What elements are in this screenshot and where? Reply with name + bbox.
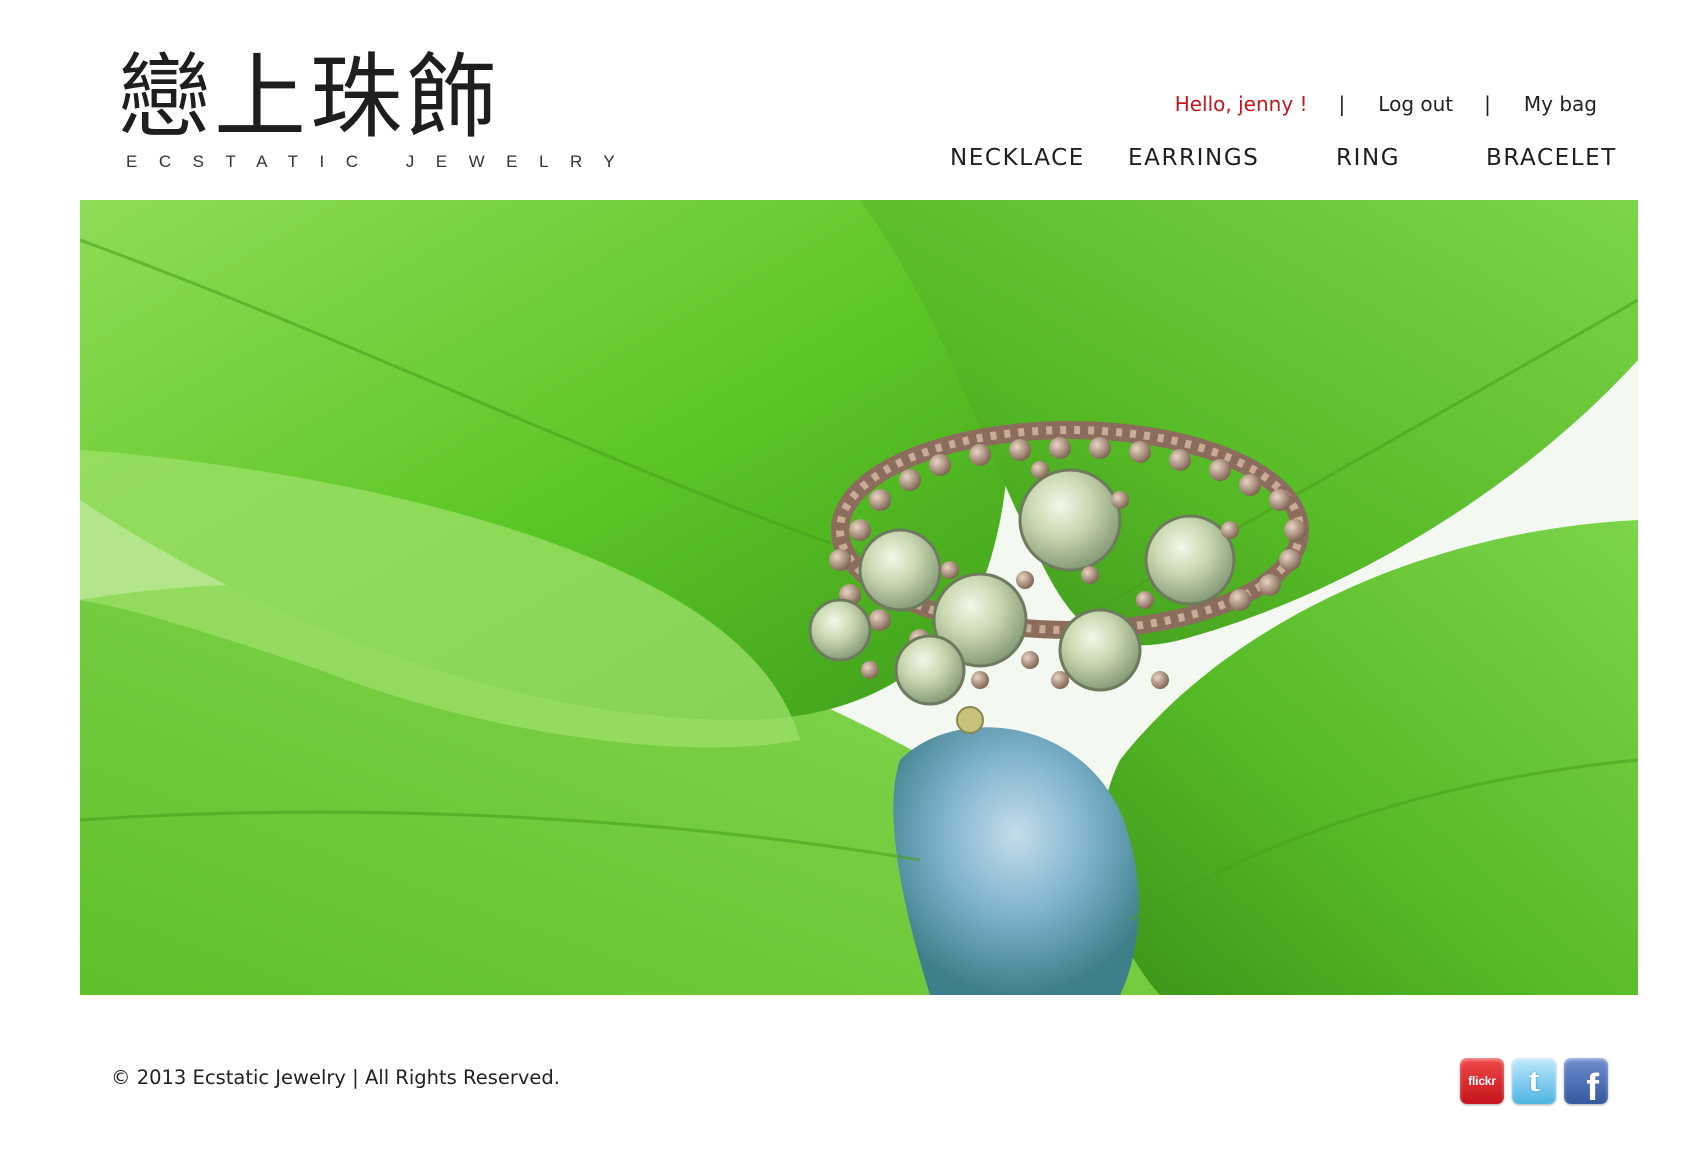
- user-greeting: Hello, jenny !: [1174, 92, 1308, 116]
- twitter-glyph: t: [1528, 1062, 1540, 1099]
- page: 戀上珠飾 ECSTATIC JEWELRY Hello, jenny ! | L…: [0, 0, 1702, 1162]
- nav-item-bracelet[interactable]: BRACELET: [1486, 145, 1617, 171]
- site-logo[interactable]: 戀上珠飾 ECSTATIC JEWELRY: [118, 44, 615, 173]
- nav-item-ring[interactable]: RING: [1336, 145, 1400, 171]
- user-bar: Hello, jenny ! | Log out | My bag: [1175, 90, 1597, 118]
- nav-item-earrings[interactable]: EARRINGS: [1128, 145, 1259, 171]
- nav-item-necklace[interactable]: NECKLACE: [950, 145, 1085, 171]
- separator: |: [1484, 92, 1491, 116]
- copyright-text: © 2013 Ecstatic Jewelry | All Rights Res…: [111, 1066, 560, 1089]
- hero-image: [80, 200, 1638, 995]
- twitter-icon[interactable]: t: [1512, 1058, 1556, 1104]
- flickr-label: flickr: [1468, 1074, 1496, 1088]
- logo-english-text: ECSTATIC JEWELRY: [126, 152, 637, 171]
- facebook-glyph: f: [1586, 1067, 1599, 1104]
- logo-chinese-text: 戀上珠飾: [118, 44, 503, 151]
- hero-illustration: [80, 200, 1638, 995]
- my-bag-link[interactable]: My bag: [1524, 92, 1597, 116]
- social-links: flickr t f: [1460, 1058, 1608, 1104]
- separator: |: [1338, 92, 1346, 116]
- main-nav: NECKLACE EARRINGS RING BRACELET: [920, 145, 1615, 179]
- facebook-icon[interactable]: f: [1564, 1058, 1608, 1104]
- flickr-icon[interactable]: flickr: [1460, 1058, 1504, 1104]
- logout-link[interactable]: Log out: [1378, 92, 1453, 116]
